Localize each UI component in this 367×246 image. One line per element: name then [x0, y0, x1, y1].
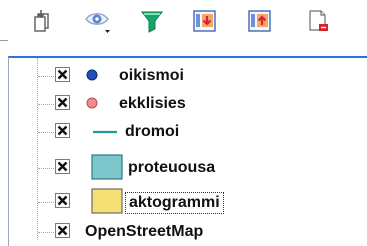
layer-visibility-checkbox[interactable] — [55, 193, 70, 208]
layer-label: dromoi — [125, 123, 180, 140]
layer-row-aktogrammi[interactable]: aktogrammi — [9, 188, 367, 216]
manage-map-themes-icon[interactable] — [84, 8, 110, 34]
point-symbol — [84, 62, 100, 90]
layer-visibility-checkbox[interactable] — [55, 95, 70, 110]
filter-legend-icon[interactable] — [139, 8, 165, 34]
layer-label: oikismoi — [119, 67, 184, 84]
polygon-fill-symbol — [91, 188, 123, 216]
tree-branch — [38, 76, 54, 77]
layer-row-ekklisies[interactable]: ekklisies — [9, 90, 367, 118]
layer-row-proteuousa[interactable]: proteuousa — [9, 154, 367, 182]
layer-visibility-checkbox[interactable] — [55, 67, 70, 82]
layer-label: OpenStreetMap — [85, 223, 204, 240]
layers-tree: oikismoi ekklisies dromoi proteuousa akt… — [8, 56, 367, 246]
layer-label: ekklisies — [119, 95, 186, 112]
layers-toolbar — [0, 0, 367, 56]
tree-branch — [38, 202, 54, 203]
layer-visibility-checkbox[interactable] — [55, 159, 70, 174]
tree-branch — [38, 232, 54, 233]
layer-label: aktogrammi — [125, 192, 224, 214]
layer-row-openstreetmap[interactable]: OpenStreetMap — [9, 218, 367, 246]
tree-branch — [38, 132, 54, 133]
tree-branch — [38, 104, 54, 105]
tree-branch — [38, 168, 54, 169]
layer-row-oikismoi[interactable]: oikismoi — [9, 62, 367, 90]
point-symbol — [84, 90, 100, 118]
layer-row-dromoi[interactable]: dromoi — [9, 118, 367, 146]
collapse-all-icon[interactable] — [247, 8, 273, 34]
panel-edge-marker — [0, 40, 8, 41]
polygon-fill-symbol — [91, 154, 123, 182]
layer-visibility-checkbox[interactable] — [55, 123, 70, 138]
open-layer-styling-icon[interactable] — [30, 8, 56, 34]
remove-layer-icon[interactable] — [305, 8, 331, 34]
layer-label: proteuousa — [128, 159, 216, 176]
line-symbol — [93, 118, 117, 146]
expand-all-icon[interactable] — [192, 8, 218, 34]
layer-visibility-checkbox[interactable] — [55, 223, 70, 238]
